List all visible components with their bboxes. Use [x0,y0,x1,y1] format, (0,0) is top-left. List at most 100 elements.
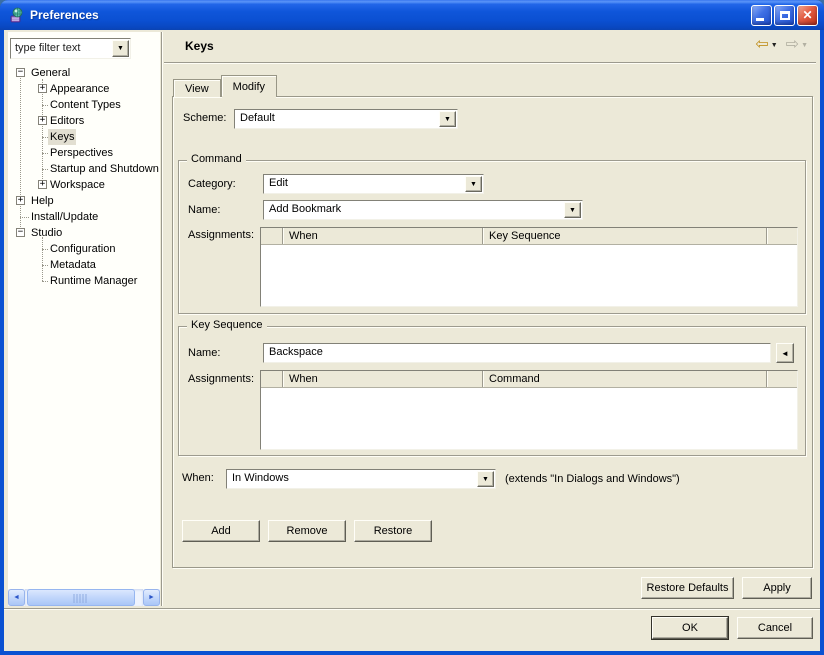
key-assignments-label: Assignments: [188,370,254,389]
tree-item-content-types[interactable]: Content Types [8,97,160,113]
minimize-icon [756,18,764,21]
page-title: Keys [185,39,214,53]
collapse-icon[interactable]: − [16,228,25,237]
tree-item-keys[interactable]: Keys [8,129,160,145]
back-history-caret-icon[interactable]: ▼ [771,42,778,49]
chevron-down-icon[interactable]: ▼ [564,202,581,218]
expand-icon[interactable]: + [38,84,47,93]
tree-item-metadata[interactable]: Metadata [8,257,160,273]
keys-preference-page: Keys ⇦ ▼ ⇨ ▼ View Modify Scheme: Default… [164,30,816,607]
preference-tree: − General + Appearance Content Types + E… [8,65,160,589]
tree-connector [42,265,48,266]
cancel-button[interactable]: Cancel [737,617,813,639]
category-label: Category: [188,175,236,194]
scroll-right-icon[interactable]: ► [143,589,160,606]
modify-tab-panel: Scheme: Default ▼ Command Category: Edit… [172,96,813,568]
tree-connector [42,281,48,282]
footer-divider [4,608,820,610]
tree-item-perspectives[interactable]: Perspectives [8,145,160,161]
scheme-select[interactable]: Default ▼ [234,109,458,129]
maximize-button[interactable] [774,5,795,26]
command-assignments-table[interactable]: When Key Sequence [260,227,798,307]
remove-button[interactable]: Remove [268,520,346,542]
preferences-dialog: Preferences ✕ type filter text ▼ − Gener… [0,0,824,655]
tab-modify[interactable]: Modify [221,75,277,97]
page-header: Keys ⇦ ▼ ⇨ ▼ [164,30,816,62]
title-bar[interactable]: Preferences ✕ [0,0,824,30]
filter-input[interactable]: type filter text ▼ [10,38,131,59]
tree-item-help[interactable]: + Help [8,193,160,209]
command-name-label: Name: [188,201,220,220]
tab-view[interactable]: View [173,79,221,97]
scrollbar-thumb[interactable] [27,589,135,606]
tree-connector [42,153,48,154]
table-body-empty[interactable] [261,388,797,448]
when-extends-note: (extends "In Dialogs and Windows") [505,469,680,489]
forward-history-caret-icon[interactable]: ▼ [801,42,808,49]
key-sequence-group: Key Sequence Name: Backspace ◄ Assignmen… [178,326,806,456]
expand-icon[interactable]: + [38,116,47,125]
tree-connector [42,105,48,106]
when-select[interactable]: In Windows ▼ [226,469,496,489]
table-body-empty[interactable] [261,245,797,305]
preferences-icon [9,7,25,23]
header-divider [164,62,816,64]
chevron-down-icon[interactable]: ▼ [477,471,494,487]
ok-button[interactable]: OK [652,617,728,639]
tree-item-runtime-manager[interactable]: Runtime Manager [8,273,160,289]
tree-connector [20,217,29,218]
apply-button[interactable]: Apply [742,577,812,599]
chevron-down-icon[interactable]: ▼ [465,176,482,192]
restore-defaults-button[interactable]: Restore Defaults [641,577,734,599]
dialog-button-bar: OK Cancel [4,617,813,639]
chevron-down-icon[interactable]: ▼ [112,40,129,57]
tree-item-general[interactable]: − General [8,65,160,81]
when-label: When: [182,469,214,488]
tab-strip: View Modify [173,75,277,97]
header-cell-key-sequence[interactable]: Key Sequence [483,228,767,244]
key-assignments-table[interactable]: When Command [260,370,798,450]
expand-icon[interactable]: + [38,180,47,189]
tree-item-install-update[interactable]: Install/Update [8,209,160,225]
scrollbar-grip [74,594,89,603]
minimize-button[interactable] [751,5,772,26]
collapse-icon[interactable]: − [16,68,25,77]
tree-item-studio[interactable]: − Studio [8,225,160,241]
add-button[interactable]: Add [182,520,260,542]
command-group-title: Command [187,153,246,165]
expand-icon[interactable]: + [16,196,25,205]
key-sequence-insert-button[interactable]: ◄ [776,343,794,363]
tree-item-startup-and-shutdown[interactable]: Startup and Shutdown [8,161,160,177]
back-arrow-icon[interactable]: ⇦ [755,37,768,53]
scheme-label: Scheme: [183,109,226,128]
header-cell-filler [767,371,797,387]
close-button[interactable]: ✕ [797,5,818,26]
tree-item-workspace[interactable]: + Workspace [8,177,160,193]
tree-item-editors[interactable]: + Editors [8,113,160,129]
forward-arrow-icon[interactable]: ⇨ [786,37,799,53]
maximize-icon [780,11,790,20]
header-cell-blank[interactable] [261,371,283,387]
category-select[interactable]: Edit ▼ [263,174,484,194]
table-header-row: When Command [261,371,797,388]
header-cell-filler [767,228,797,244]
header-cell-when[interactable]: When [283,371,483,387]
key-sequence-input[interactable]: Backspace [263,343,771,363]
tree-item-appearance[interactable]: + Appearance [8,81,160,97]
header-cell-command[interactable]: Command [483,371,767,387]
header-cell-when[interactable]: When [283,228,483,244]
scroll-left-icon[interactable]: ◄ [8,589,25,606]
tree-horizontal-scrollbar[interactable]: ◄ ► [8,589,160,606]
scrollbar-track[interactable] [25,589,143,606]
tree-item-configuration[interactable]: Configuration [8,241,160,257]
command-name-select[interactable]: Add Bookmark ▼ [263,200,583,220]
tree-connector [42,249,48,250]
header-cell-blank[interactable] [261,228,283,244]
close-icon: ✕ [798,6,817,25]
key-sequence-group-title: Key Sequence [187,319,267,331]
tree-connector [42,169,48,170]
restore-button[interactable]: Restore [354,520,432,542]
filter-placeholder: type filter text [15,42,80,54]
window-title: Preferences [30,8,751,22]
chevron-down-icon[interactable]: ▼ [439,111,456,127]
